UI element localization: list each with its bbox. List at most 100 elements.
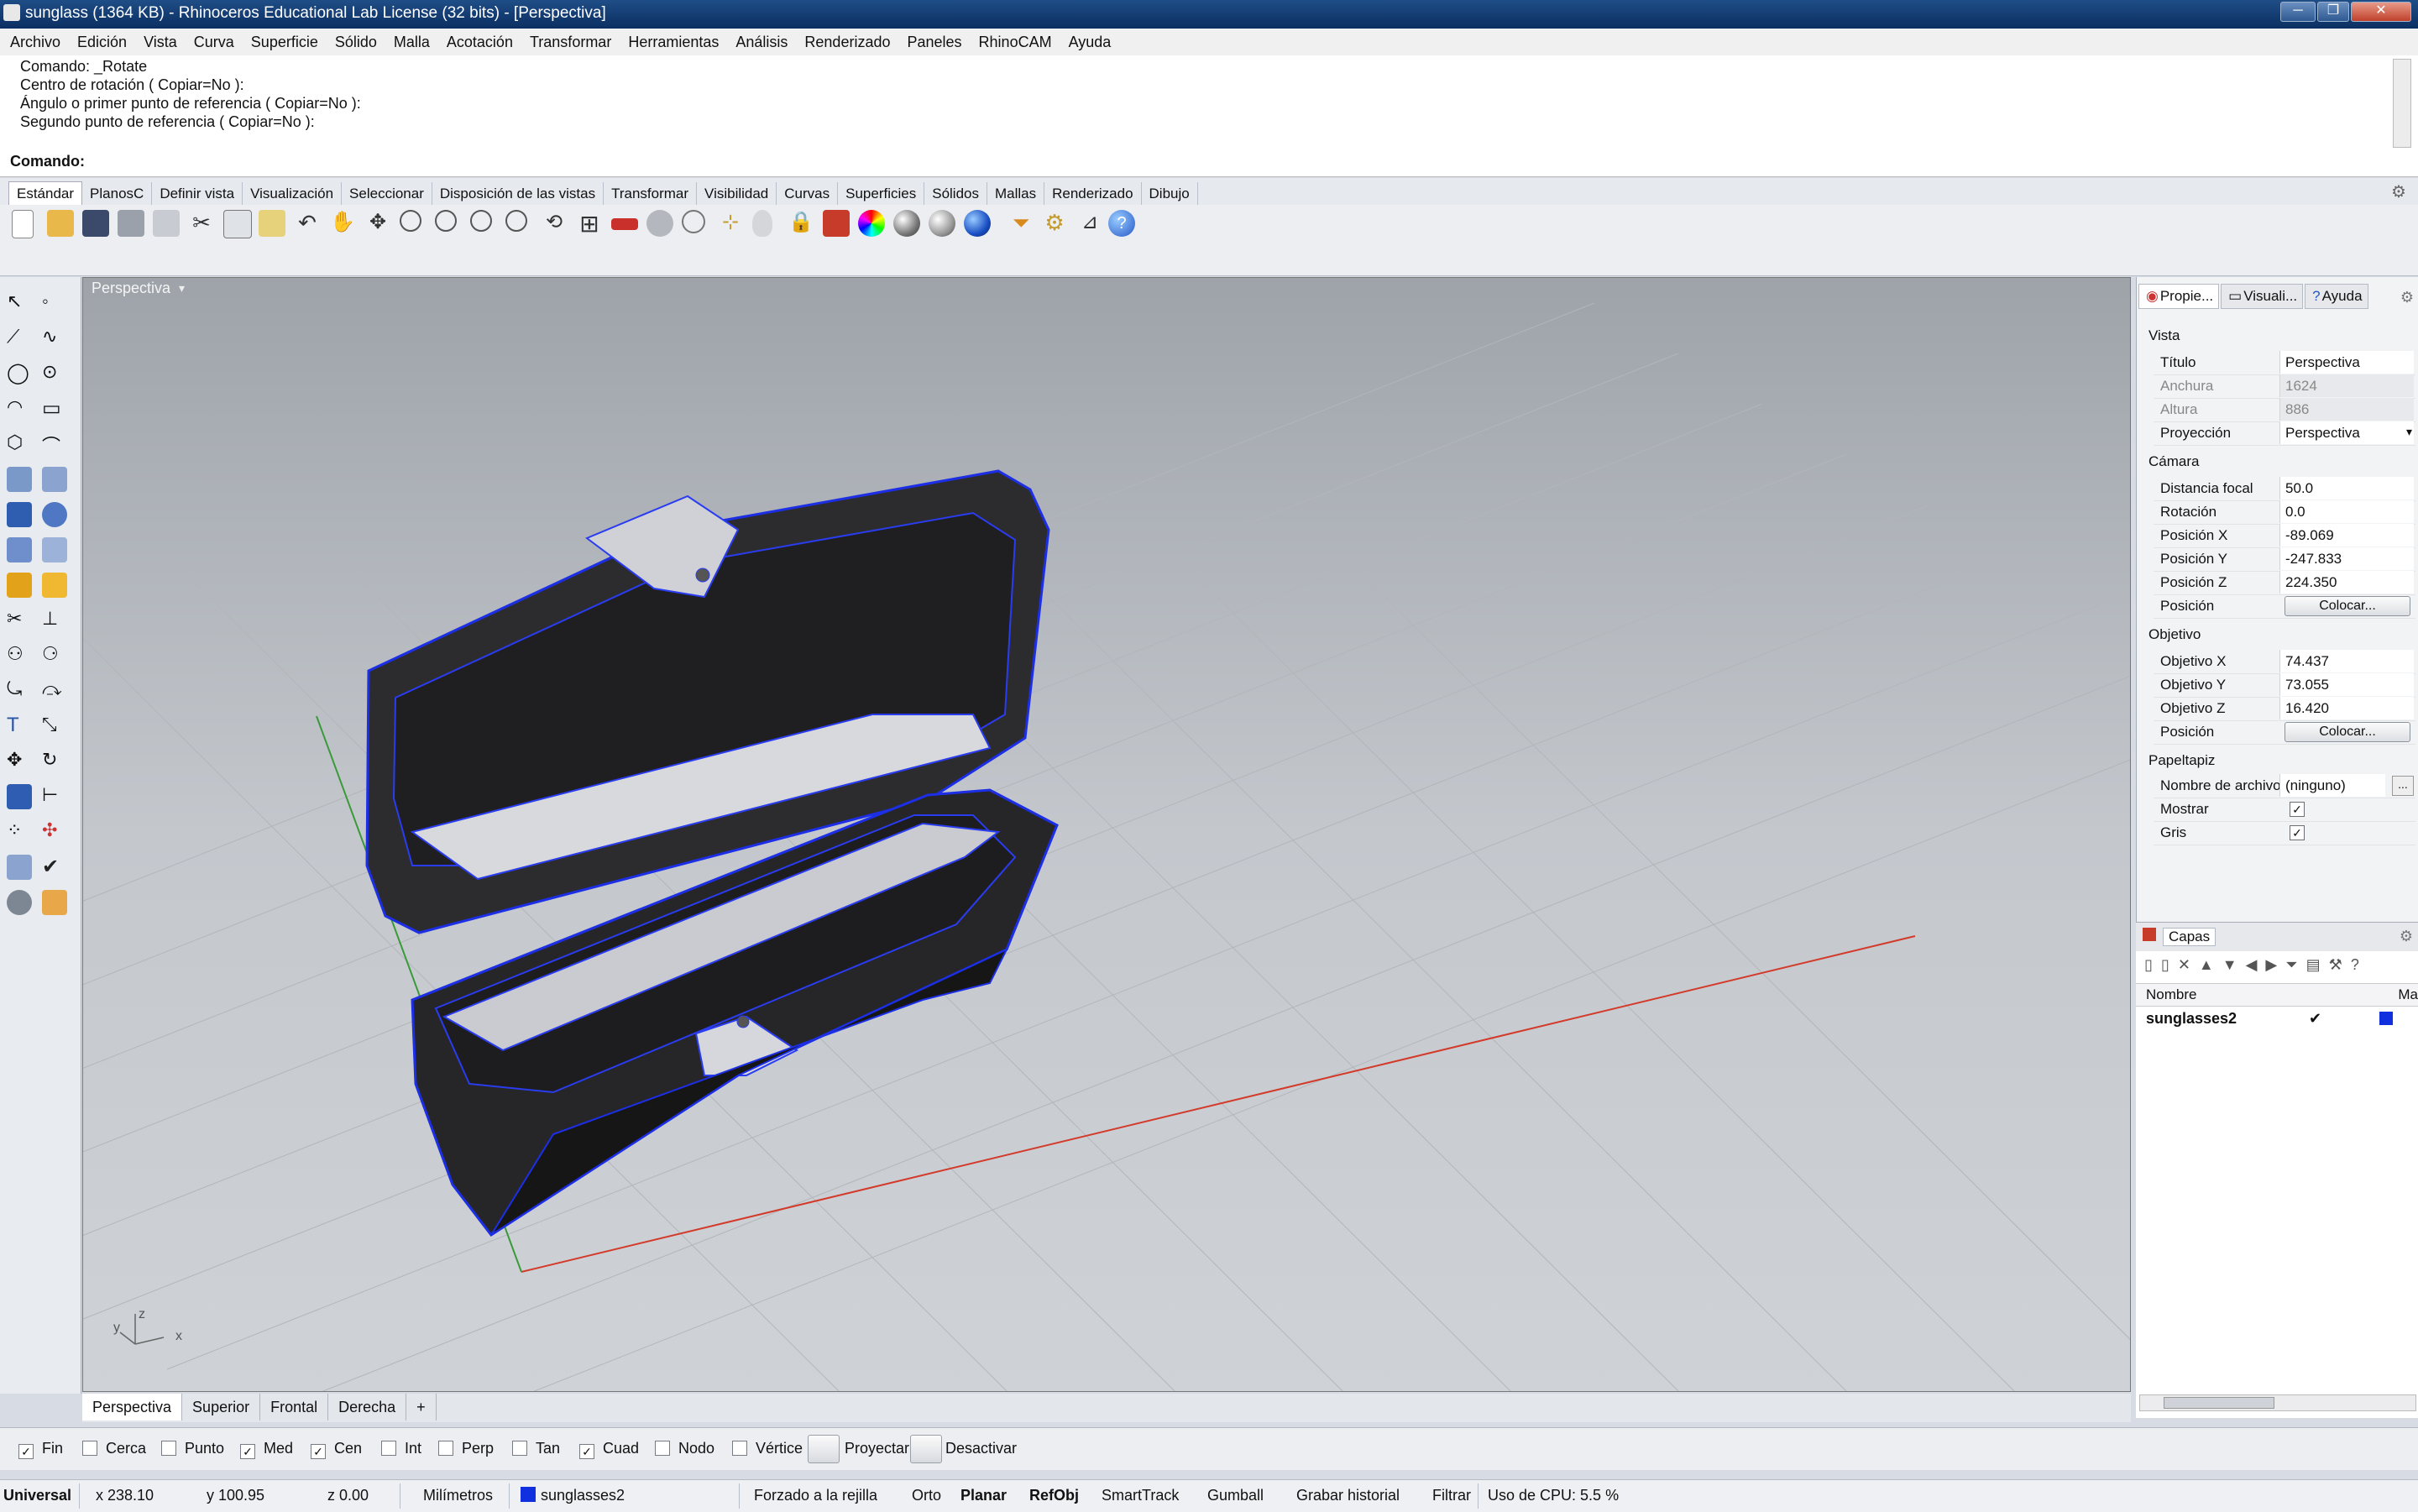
menu-rhinocam[interactable]: RhinoCAM — [971, 29, 1060, 55]
record-history-toggle[interactable]: Grabar historial — [1296, 1487, 1400, 1504]
arc-icon[interactable]: ◠ — [7, 396, 32, 421]
scale-icon[interactable]: ⤡ — [42, 714, 67, 739]
open-folder-icon[interactable] — [47, 210, 74, 237]
tab-renderizado[interactable]: Renderizado — [1044, 182, 1142, 206]
gumball-toggle[interactable]: Gumball — [1207, 1487, 1264, 1504]
fillet-curve-icon[interactable]: ⌒ — [42, 432, 67, 457]
add-viewport-button[interactable]: + — [406, 1394, 437, 1420]
menu-edicion[interactable]: Edición — [69, 29, 135, 55]
car-icon[interactable] — [611, 218, 638, 230]
colocar-objetivo-button[interactable]: Colocar... — [2285, 722, 2410, 742]
rectangle-icon[interactable]: ▭ — [42, 396, 67, 421]
chevron-down-icon[interactable]: ▾ — [2406, 425, 2412, 439]
desactivar-toggle[interactable] — [910, 1435, 942, 1463]
tab-estandar[interactable]: Estándar — [8, 181, 83, 206]
boolean-union-icon[interactable] — [42, 502, 67, 527]
help-icon[interactable]: ? — [1108, 210, 1135, 237]
offset-icon[interactable]: ⤿ — [7, 678, 32, 704]
new-layer-icon[interactable]: ▯ — [2144, 956, 2161, 973]
perspective-viewport[interactable]: Perspectiva ▾ z x y — [82, 277, 2131, 1392]
titulo-field[interactable]: Perspectiva — [2279, 351, 2414, 374]
move-up-icon[interactable]: ▲ — [2199, 956, 2222, 973]
shaded-sphere-icon[interactable] — [893, 210, 920, 237]
select-points-icon[interactable]: ⊹ — [717, 210, 744, 237]
cut-icon[interactable]: ✂ — [188, 210, 215, 237]
ungroup-icon[interactable]: ⚆ — [42, 643, 67, 668]
delete-layer-icon[interactable]: ✕ — [2178, 956, 2199, 973]
undo-view-icon[interactable]: ⟲ — [541, 210, 568, 237]
zoom-selected-icon[interactable] — [505, 210, 527, 232]
dimension-icon[interactable]: ⊿ — [1076, 210, 1103, 237]
osnap-cerca[interactable]: Cerca — [82, 1440, 146, 1457]
menu-archivo[interactable]: Archivo — [0, 29, 69, 55]
menu-superficie[interactable]: Superficie — [243, 29, 327, 55]
extrude-surface-icon[interactable] — [42, 467, 67, 492]
four-viewports-icon[interactable]: ⊞ — [576, 210, 603, 237]
rotacion-field[interactable]: 0.0 — [2279, 500, 2414, 523]
tab-ayuda-panel[interactable]: ? Ayuda — [2305, 284, 2368, 309]
mostrar-checkbox[interactable]: ✓ — [2290, 802, 2305, 817]
tab-visibilidad[interactable]: Visibilidad — [697, 182, 777, 206]
objetivo-y-field[interactable]: 73.055 — [2279, 673, 2414, 696]
tab-definir-vista[interactable]: Definir vista — [152, 182, 243, 206]
material-icon[interactable] — [42, 890, 67, 915]
move-in-icon[interactable]: ▶ — [2265, 956, 2285, 973]
smarttrack-toggle[interactable]: SmartTrack — [1102, 1487, 1179, 1504]
layer-color-swatch[interactable] — [2379, 1012, 2393, 1025]
pan-hand-icon[interactable]: ✋ — [329, 210, 356, 237]
layer-help-icon[interactable]: ? — [2351, 956, 2368, 973]
polyline-icon[interactable]: ⟋ — [7, 326, 32, 351]
move-icon[interactable]: ✥ — [7, 749, 32, 774]
join-icon[interactable] — [42, 573, 67, 598]
osnap-med[interactable]: ✓ Med — [240, 1440, 293, 1459]
posicion-y-field[interactable]: -247.833 — [2279, 547, 2414, 570]
zoom-icon[interactable] — [400, 210, 421, 232]
checkbox-vertice[interactable] — [732, 1441, 747, 1456]
trim-icon[interactable]: ✂ — [7, 608, 32, 633]
menu-herramientas[interactable]: Herramientas — [620, 29, 727, 55]
surface-corner-icon[interactable] — [7, 467, 32, 492]
osnap-toggle[interactable]: RefObj — [1029, 1487, 1079, 1504]
vtab-perspectiva[interactable]: Perspectiva — [82, 1394, 183, 1420]
tools-icon[interactable]: ⚒ — [2329, 956, 2351, 973]
polygon-icon[interactable]: ⬡ — [7, 432, 32, 457]
render-preview-icon[interactable] — [7, 890, 32, 915]
minimize-button[interactable]: ─ — [2280, 2, 2316, 22]
lock-icon[interactable]: 🔒 — [788, 210, 814, 237]
gris-checkbox[interactable]: ✓ — [2290, 825, 2305, 840]
light-bulb-icon[interactable] — [752, 210, 772, 237]
proyectar-toggle[interactable] — [808, 1435, 840, 1463]
analysis-icon[interactable] — [7, 855, 32, 880]
tab-transformar[interactable]: Transformar — [604, 182, 698, 206]
copy-icon[interactable] — [223, 210, 252, 238]
osnap-int[interactable]: Int — [381, 1440, 421, 1457]
menu-renderizado[interactable]: Renderizado — [796, 29, 898, 55]
rotate-icon[interactable]: ↻ — [42, 749, 67, 774]
solid-tools-icon[interactable] — [7, 784, 32, 809]
browse-button[interactable]: ... — [2392, 776, 2414, 796]
nombre-archivo-field[interactable]: (ninguno) — [2279, 774, 2385, 797]
new-file-icon[interactable] — [12, 210, 34, 238]
panel-gear-icon[interactable]: ⚙ — [2400, 289, 2414, 306]
objetivo-x-field[interactable]: 74.437 — [2279, 650, 2414, 672]
scroll-thumb[interactable] — [2164, 1397, 2274, 1409]
tab-planosc[interactable]: PlanosC — [82, 182, 153, 206]
menu-curva[interactable]: Curva — [186, 29, 243, 55]
checkbox-punto[interactable] — [161, 1441, 176, 1456]
osnap-cen[interactable]: ✓ Cen — [311, 1440, 362, 1459]
cplane-status[interactable]: Universal — [3, 1487, 71, 1504]
fillet-icon[interactable]: ⤼ — [42, 678, 67, 704]
osnap-punto[interactable]: Punto — [161, 1440, 224, 1457]
checkbox-cuad[interactable]: ✓ — [579, 1444, 594, 1459]
command-line[interactable]: Comando: — [0, 149, 2418, 177]
layers-icon[interactable] — [823, 210, 850, 237]
paste-icon[interactable] — [259, 210, 285, 237]
zoom-window-icon[interactable] — [435, 210, 457, 232]
check-icon[interactable]: ✔ — [42, 855, 67, 880]
menu-malla[interactable]: Malla — [385, 29, 438, 55]
tab-dibujo[interactable]: Dibujo — [1142, 182, 1198, 206]
layers-hscrollbar[interactable] — [2139, 1394, 2416, 1411]
proyeccion-select[interactable]: Perspectiva — [2279, 421, 2414, 444]
posicion-z-field[interactable]: 224.350 — [2279, 571, 2414, 594]
menu-paneles[interactable]: Paneles — [898, 29, 970, 55]
